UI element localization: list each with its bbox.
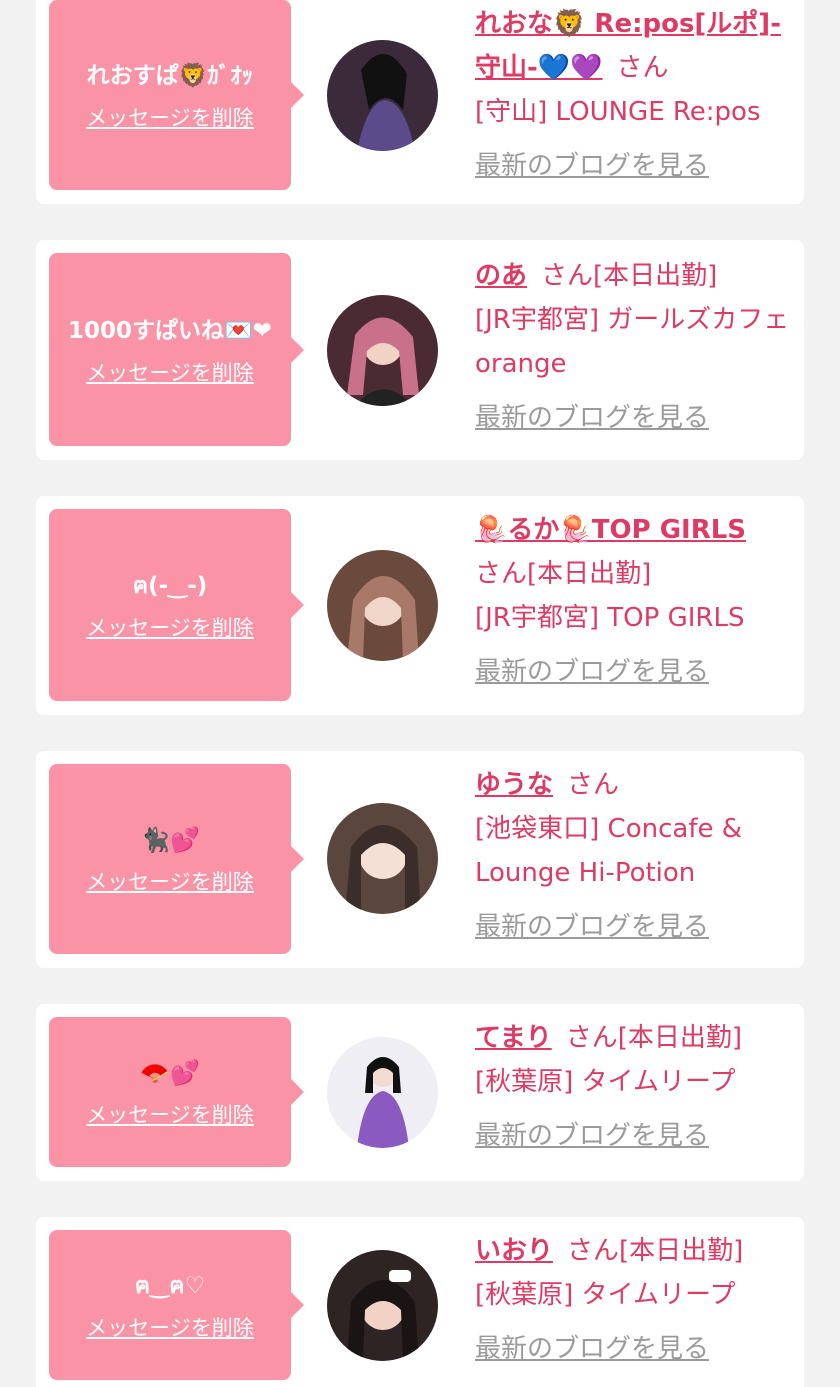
girl-name-link[interactable]: ゆうな: [475, 770, 553, 800]
san-suffix: さん: [567, 770, 620, 800]
message-bubble: れおすぱ🦁ｶﾞｵｯ メッセージを削除: [49, 0, 304, 190]
today-badge: [本日出勤]: [527, 559, 652, 589]
today-badge: [本日出勤]: [617, 1023, 743, 1053]
shop-name: [JR宇都宮] ガールズカフェ orange: [475, 305, 790, 379]
avatar-image: [327, 550, 438, 661]
avatar[interactable]: [327, 550, 438, 661]
message-text: ฅ(-‿-): [132, 573, 208, 599]
delete-message-link[interactable]: メッセージを削除: [86, 612, 254, 642]
avatar[interactable]: [327, 40, 438, 151]
latest-blog-link[interactable]: 最新のブログを見る: [475, 905, 795, 949]
message-bubble: 🪭💕 メッセージを削除: [49, 1017, 304, 1167]
list-item: ฅ(-‿-) メッセージを削除 🪼るか🪼TOP GIRLS さん[本日出勤] [J…: [36, 496, 804, 715]
message-bubble: ฅ‿ฅ♡ メッセージを削除: [49, 1230, 304, 1380]
list-item: れおすぱ🦁ｶﾞｵｯ メッセージを削除 れおな🦁 Re:pos[ルポ]-守山-💙💜…: [36, 0, 804, 204]
latest-blog-link[interactable]: 最新のブログを見る: [475, 144, 795, 188]
latest-blog-link[interactable]: 最新のブログを見る: [475, 396, 795, 440]
message-list: れおすぱ🦁ｶﾞｵｯ メッセージを削除 れおな🦁 Re:pos[ルポ]-守山-💙💜…: [0, 0, 840, 1387]
message-text: ฅ‿ฅ♡: [134, 1273, 206, 1299]
girl-info: ゆうな さん [池袋東口] Concafe & Lounge Hi-Potion …: [475, 763, 795, 949]
today-badge: [本日出勤]: [593, 261, 718, 291]
avatar-image: [327, 1037, 438, 1148]
san-suffix: さん: [616, 53, 669, 83]
shop-name: [守山] LOUNGE Re:pos: [475, 97, 761, 127]
delete-message-link[interactable]: メッセージを削除: [86, 1312, 254, 1342]
shop-name: [JR宇都宮] TOP GIRLS: [475, 603, 745, 633]
message-bubble: 🐈‍⬛💕 メッセージを削除: [49, 764, 304, 954]
message-text: 🪭💕: [140, 1059, 200, 1087]
san-suffix: さん: [565, 1023, 618, 1053]
today-badge: [本日出勤]: [619, 1236, 744, 1266]
message-bubble: 1000すぱいね💌❤ メッセージを削除: [49, 253, 304, 446]
delete-message-link[interactable]: メッセージを削除: [86, 102, 254, 132]
girl-info: いおり さん[本日出勤] [秋葉原] タイムリープ 最新のブログを見る: [475, 1229, 795, 1371]
girl-name-link[interactable]: のあ: [475, 261, 527, 291]
list-item: 🐈‍⬛💕 メッセージを削除 ゆうな さん [池袋東口] Concafe & Lou…: [36, 751, 804, 968]
message-text: 1000すぱいね💌❤: [68, 317, 272, 344]
girl-info: 🪼るか🪼TOP GIRLS さん[本日出勤] [JR宇都宮] TOP GIRLS …: [475, 508, 795, 694]
latest-blog-link[interactable]: 最新のブログを見る: [475, 1327, 795, 1371]
san-suffix: さん: [541, 261, 594, 291]
shop-name: [秋葉原] タイムリープ: [475, 1067, 736, 1097]
delete-message-link[interactable]: メッセージを削除: [86, 357, 254, 387]
girl-name-link[interactable]: 🪼るか🪼TOP GIRLS: [475, 515, 746, 545]
san-suffix: さん: [567, 1236, 620, 1266]
girl-info: れおな🦁 Re:pos[ルポ]-守山-💙💜 さん [守山] LOUNGE Re:p…: [475, 2, 795, 188]
list-item: ฅ‿ฅ♡ メッセージを削除 いおり さん[本日出勤] [秋葉原] タイムリープ 最…: [36, 1217, 804, 1387]
avatar[interactable]: [327, 803, 438, 914]
latest-blog-link[interactable]: 最新のブログを見る: [475, 1114, 795, 1158]
shop-name: [池袋東口] Concafe & Lounge Hi-Potion: [475, 814, 743, 888]
girl-name-link[interactable]: いおり: [475, 1236, 553, 1266]
delete-message-link[interactable]: メッセージを削除: [86, 866, 254, 896]
list-item: 1000すぱいね💌❤ メッセージを削除 のあ さん[本日出勤] [JR宇都宮] ガ…: [36, 240, 804, 460]
message-text: 🐈‍⬛💕: [140, 826, 200, 854]
girl-name-link[interactable]: てまり: [475, 1023, 552, 1053]
avatar-image: [327, 40, 438, 151]
san-suffix: さん: [475, 559, 528, 589]
message-bubble: ฅ(-‿-) メッセージを削除: [49, 509, 304, 701]
avatar[interactable]: [327, 295, 438, 406]
avatar[interactable]: [327, 1250, 438, 1361]
girl-info: てまり さん[本日出勤] [秋葉原] タイムリープ 最新のブログを見る: [475, 1016, 795, 1158]
list-item: 🪭💕 メッセージを削除 てまり さん[本日出勤] [秋葉原] タイムリープ 最新の…: [36, 1004, 804, 1181]
avatar[interactable]: [327, 1037, 438, 1148]
shop-name: [秋葉原] タイムリープ: [475, 1280, 736, 1310]
delete-message-link[interactable]: メッセージを削除: [86, 1099, 254, 1129]
avatar-image: [327, 295, 438, 406]
avatar-image: [327, 1250, 438, 1361]
girl-info: のあ さん[本日出勤] [JR宇都宮] ガールズカフェ orange 最新のブログ…: [475, 254, 795, 440]
latest-blog-link[interactable]: 最新のブログを見る: [475, 650, 795, 694]
message-text: れおすぱ🦁ｶﾞｵｯ: [86, 63, 254, 89]
avatar-image: [327, 803, 438, 914]
